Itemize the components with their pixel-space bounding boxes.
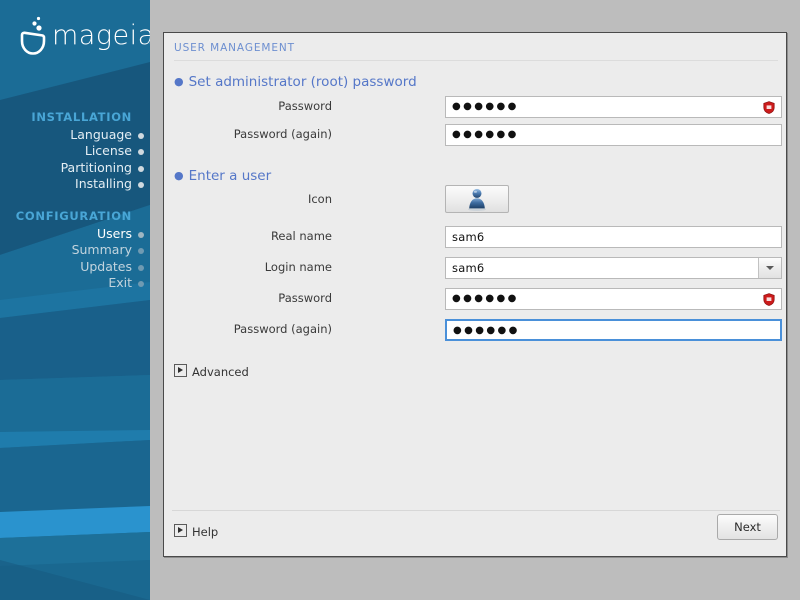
section-heading-text: Set administrator (root) password	[189, 74, 417, 90]
sidebar-item-label: Installing	[75, 176, 132, 191]
step-dot-icon	[138, 182, 144, 188]
section-heading-root-password: ● Set administrator (root) password	[174, 74, 417, 90]
user-password-input[interactable]: ●●●●●●	[445, 288, 782, 310]
mageia-wordmark: mageia	[52, 20, 150, 51]
field-row-root-password-again: Password (again) ●●●●●●	[174, 124, 778, 146]
sidebar-item-partitioning[interactable]: Partitioning	[0, 160, 150, 176]
field-value: sam6	[452, 230, 484, 244]
field-row-real-name: Real name sam6	[174, 226, 778, 248]
expand-triangle-icon	[174, 524, 187, 537]
sidebar-group-configuration: CONFIGURATION Users Summary Updates Exit	[0, 209, 150, 292]
sidebar-header-installation: INSTALLATION	[0, 110, 150, 127]
step-dot-icon	[138, 232, 144, 238]
title-divider	[174, 60, 778, 61]
sidebar-item-label: Summary	[72, 242, 132, 257]
sidebar-item-label: Updates	[80, 259, 132, 274]
field-label: Password	[278, 99, 332, 113]
help-label: Help	[192, 525, 218, 539]
main-content-panel: USER MANAGEMENT ● Set administrator (root…	[163, 32, 787, 557]
sidebar-header-configuration: CONFIGURATION	[0, 209, 150, 226]
advanced-expander[interactable]: Advanced	[174, 364, 249, 379]
footer-divider	[172, 510, 780, 511]
real-name-input[interactable]: sam6	[445, 226, 782, 248]
installer-window: mageia INSTALLATION Language License Par…	[0, 0, 800, 600]
field-label: Icon	[308, 192, 332, 206]
expand-triangle-icon	[174, 364, 187, 377]
bullet-icon: ●	[174, 169, 184, 182]
sidebar-item-updates[interactable]: Updates	[0, 259, 150, 275]
step-dot-icon	[138, 281, 144, 287]
sidebar-item-label: Exit	[108, 275, 132, 290]
bullet-icon: ●	[174, 75, 184, 88]
root-password-again-input[interactable]: ●●●●●●	[445, 124, 782, 146]
user-icon-button[interactable]	[445, 185, 509, 213]
sidebar-item-label: Partitioning	[61, 160, 132, 175]
section-heading-text: Enter a user	[189, 168, 272, 184]
step-dot-icon	[138, 265, 144, 271]
field-label: Password (again)	[234, 127, 332, 141]
sidebar-item-language[interactable]: Language	[0, 127, 150, 143]
field-value: ●●●●●●	[452, 293, 519, 304]
sidebar-item-exit[interactable]: Exit	[0, 275, 150, 291]
field-label: Password	[278, 291, 332, 305]
sidebar-item-label: Users	[97, 226, 132, 241]
user-avatar-icon	[446, 186, 508, 212]
user-password-again-input[interactable]: ●●●●●●	[445, 319, 782, 341]
field-row-user-password: Password ●●●●●●	[174, 288, 778, 310]
field-label: Login name	[265, 260, 332, 274]
step-dot-icon	[138, 149, 144, 155]
next-button[interactable]: Next	[717, 514, 778, 540]
page-title: USER MANAGEMENT	[174, 42, 295, 54]
sidebar-item-license[interactable]: License	[0, 143, 150, 159]
field-row-root-password: Password ●●●●●●	[174, 96, 778, 118]
field-label: Real name	[271, 229, 332, 243]
field-value: ●●●●●●	[452, 101, 519, 112]
sidebar-item-label: License	[85, 143, 132, 158]
field-value: sam6	[452, 261, 484, 275]
field-row-user-icon: Icon	[174, 185, 778, 213]
sidebar-background-waves	[0, 0, 150, 600]
sidebar-item-summary[interactable]: Summary	[0, 242, 150, 258]
login-name-dropdown-button[interactable]	[758, 258, 781, 278]
help-expander[interactable]: Help	[174, 524, 218, 539]
capslock-warning-icon	[763, 293, 775, 306]
field-value: ●●●●●●	[453, 325, 520, 336]
sidebar-item-users[interactable]: Users	[0, 226, 150, 242]
step-dot-icon	[138, 248, 144, 254]
capslock-warning-icon	[763, 101, 775, 114]
mageia-logo: mageia	[12, 14, 144, 60]
field-value: ●●●●●●	[452, 129, 519, 140]
field-label: Password (again)	[234, 322, 332, 336]
sidebar-group-installation: INSTALLATION Language License Partitioni…	[0, 110, 150, 193]
root-password-input[interactable]: ●●●●●●	[445, 96, 782, 118]
installer-sidebar: mageia INSTALLATION Language License Par…	[0, 0, 150, 600]
sidebar-item-label: Language	[70, 127, 132, 142]
chevron-down-icon	[766, 266, 774, 270]
field-row-login-name: Login name sam6	[174, 257, 778, 279]
login-name-combobox[interactable]: sam6	[445, 257, 782, 279]
sidebar-item-installing[interactable]: Installing	[0, 176, 150, 192]
section-heading-enter-a-user: ● Enter a user	[174, 168, 271, 184]
field-row-user-password-again: Password (again) ●●●●●●	[174, 319, 778, 341]
advanced-label: Advanced	[192, 365, 249, 379]
step-dot-icon	[138, 166, 144, 172]
step-dot-icon	[138, 133, 144, 139]
